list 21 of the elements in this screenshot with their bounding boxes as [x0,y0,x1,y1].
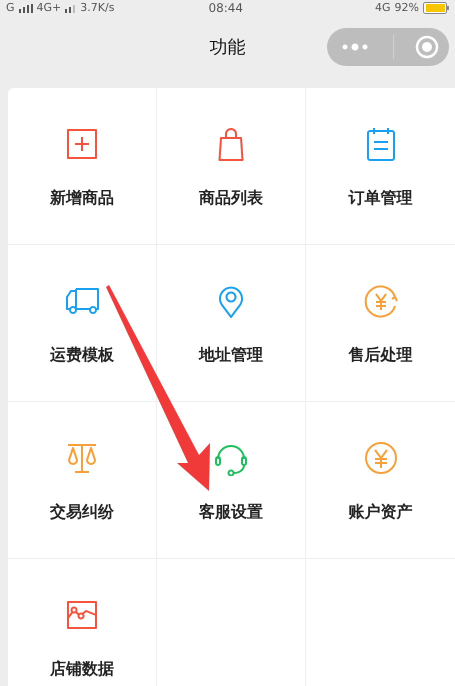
function-item[interactable]: 账户资产 [348,402,412,558]
network-label: G [6,0,15,16]
function-item[interactable]: 交易纠纷 [50,402,114,558]
network-label: 4G [375,0,391,16]
function-item[interactable]: 商品列表 [199,88,263,244]
function-item[interactable]: 客服设置 [199,402,263,558]
function-item[interactable]: 店铺数据 [50,559,114,686]
function-item[interactable]: 订单管理 [348,88,412,244]
battery-icon [423,2,449,14]
close-icon[interactable] [414,35,438,59]
signal-icon [18,4,33,12]
signal-icon [65,4,76,12]
clock: 08:44 [208,0,244,16]
network-label: 4G+ [36,0,62,16]
function-item[interactable]: 地址管理 [199,245,263,401]
page-title: 功能 [210,36,246,59]
network-speed: 3.7K/s [80,0,114,16]
function-item[interactable]: 运费模板 [50,245,114,401]
battery-percent: 92% [394,0,419,16]
function-item[interactable]: 售后处理 [348,245,412,401]
function-item[interactable]: 新增商品 [50,88,114,244]
